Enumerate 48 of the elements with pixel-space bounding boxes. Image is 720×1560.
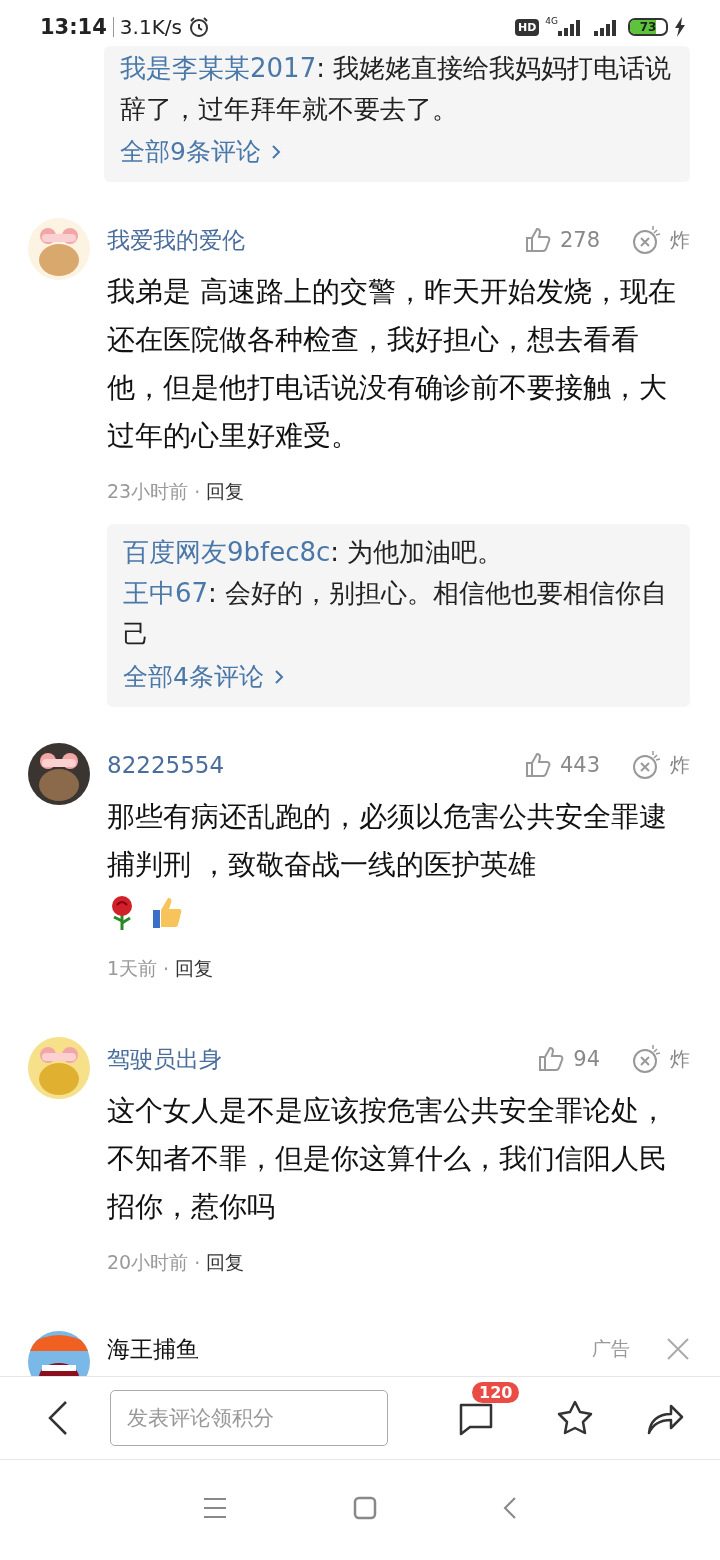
thumbs-up-icon[interactable] <box>523 751 552 779</box>
close-icon[interactable] <box>666 1337 690 1361</box>
network-type: 4G <box>545 16 558 26</box>
reply-text: 百度网友9bfec8c: 为他加油吧。 <box>123 536 505 569</box>
home-icon[interactable] <box>353 1496 377 1520</box>
bomb-icon[interactable] <box>632 225 662 255</box>
reply-text: 王中67: 会好的，别担心。相信他也要相信你自己 <box>123 577 669 651</box>
more-replies-link[interactable]: 全部4条评论 <box>123 655 286 699</box>
comment-text: 那些有病还乱跑的，必须以危害公共安全罪逮捕判刑 ，致敬奋战一线的医护英雄 <box>107 799 668 883</box>
battery-icon: 73 <box>628 18 668 36</box>
bomb-icon[interactable] <box>632 750 662 780</box>
bomb-icon[interactable] <box>632 1044 662 1074</box>
clock-time: 13:14 <box>40 15 107 39</box>
separator-dot: · <box>194 1252 201 1274</box>
more-replies-link[interactable]: 全部9条评论 <box>120 130 283 174</box>
bomb-label: 炸 <box>670 1045 690 1073</box>
comment-time: 1天前 <box>107 956 158 981</box>
username[interactable]: 驾驶员出身 <box>107 1043 222 1075</box>
network-speed: 3.1K/s <box>119 15 182 39</box>
thumbs-up-icon[interactable] <box>537 1045 566 1073</box>
alarm-icon <box>187 16 210 38</box>
star-icon[interactable] <box>556 1399 594 1437</box>
reply-link[interactable]: 回复 <box>206 479 245 505</box>
comment-time: 23小时前 <box>107 479 189 504</box>
advertiser-name[interactable]: 海王捕鱼 <box>107 1333 199 1365</box>
thumbs-up-icon <box>151 896 183 930</box>
back-icon[interactable] <box>46 1400 70 1436</box>
separator-dot: · <box>163 958 170 980</box>
reply-link[interactable]: 回复 <box>175 956 214 982</box>
comment-input[interactable]: 发表评论领积分 <box>110 1390 388 1446</box>
bomb-label: 炸 <box>670 226 690 254</box>
comment-text: 这个女人是不是应该按危害公共安全罪论处，不知者不罪，但是你这算什么，我们信阳人民招你，惹你吗 <box>107 1093 668 1225</box>
comment-time: 20小时前 <box>107 1250 189 1275</box>
ad-label: 广告 <box>592 1336 630 1361</box>
thumbs-up-icon[interactable] <box>523 226 552 254</box>
like-count: 443 <box>559 753 600 777</box>
reply-text: 我是李某某2017: 我姥姥直接给我妈妈打电话说辞了，过年拜年就不要去了。 <box>120 52 673 126</box>
bomb-label: 炸 <box>670 751 690 779</box>
username[interactable]: 我爱我的爱伦 <box>107 224 245 256</box>
username[interactable]: 82225554 <box>107 752 225 778</box>
reply-link[interactable]: 回复 <box>206 1250 245 1276</box>
like-count: 94 <box>573 1047 600 1071</box>
menu-icon[interactable] <box>203 1497 227 1519</box>
hd-badge: HD <box>514 18 540 36</box>
like-count: 278 <box>559 228 600 252</box>
comment-text: 我弟是 高速路上的交警，昨天开始发烧，现在还在医院做各种检查，我好担心，想去看看他，但是他打电话说没有确诊前不要接触，大过年的心里好难受。 <box>107 274 677 454</box>
comment-count-badge: 120 <box>472 1382 520 1403</box>
separator-dot: · <box>194 481 201 503</box>
